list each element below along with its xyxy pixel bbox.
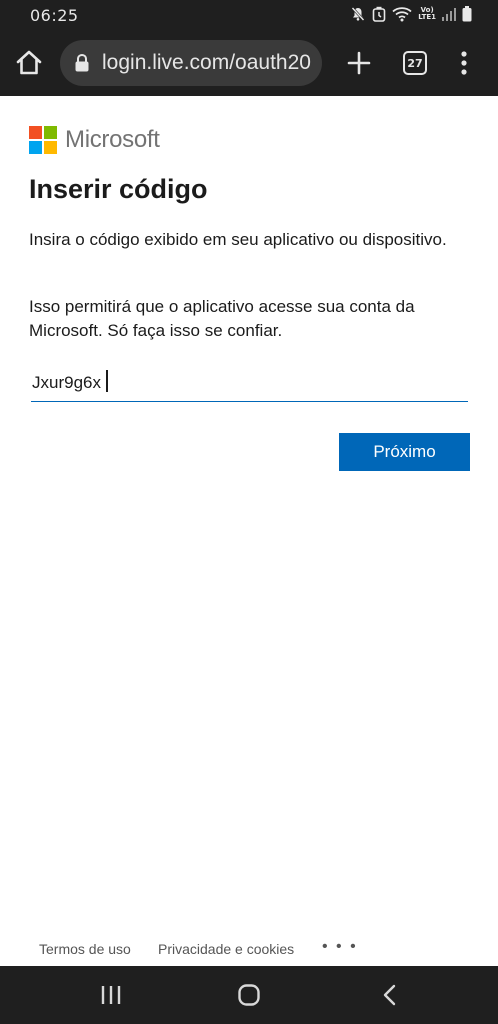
code-input[interactable]	[31, 364, 468, 402]
text-caret	[106, 370, 108, 392]
microsoft-logo-icon	[29, 126, 57, 154]
footer: Termos de uso Privacidade e cookies • • …	[0, 938, 498, 962]
home-circle-icon[interactable]	[237, 983, 261, 1007]
brand-wordmark: Microsoft	[65, 126, 160, 153]
tab-count: 27	[407, 56, 423, 70]
network-label-bottom: LTE1	[418, 13, 436, 21]
more-vertical-icon[interactable]	[454, 50, 474, 76]
battery-icon	[462, 6, 472, 22]
logo-square-blue	[29, 141, 42, 154]
address-bar[interactable]: login.live.com/oauth20	[60, 40, 322, 86]
logo-square-green	[44, 126, 57, 139]
logo-square-red	[29, 126, 42, 139]
url-text: login.live.com/oauth20	[102, 51, 311, 74]
status-time: 06:25	[30, 6, 79, 25]
next-button[interactable]: Próximo	[339, 433, 470, 471]
recents-icon[interactable]	[100, 984, 122, 1006]
network-type: Vo) LTE1	[418, 7, 436, 21]
status-bar: 06:25 Vo) LTE1	[0, 0, 498, 30]
permission-text: Isso permitirá que o aplicativo acesse s…	[29, 297, 415, 340]
more-options-button[interactable]: • • •	[322, 938, 358, 956]
status-icons: Vo) LTE1	[350, 6, 472, 22]
page-title: Inserir código	[29, 174, 208, 204]
microsoft-logo: Microsoft	[29, 126, 160, 154]
logo-square-yellow	[44, 141, 57, 154]
tabs-button[interactable]: 27	[403, 51, 427, 75]
plus-icon[interactable]	[346, 50, 372, 76]
instruction-text: Insira o código exibido em seu aplicativ…	[29, 230, 447, 249]
system-nav-bar	[0, 966, 498, 1024]
back-icon[interactable]	[380, 983, 400, 1007]
lock-icon	[75, 53, 89, 72]
home-icon[interactable]	[14, 48, 44, 78]
terms-link[interactable]: Termos de uso	[39, 941, 131, 957]
alarm-icon	[372, 6, 386, 22]
privacy-link[interactable]: Privacidade e cookies	[158, 941, 294, 957]
wifi-icon	[392, 7, 412, 22]
signal-icon	[442, 8, 456, 21]
mute-icon	[351, 7, 365, 21]
browser-toolbar: login.live.com/oauth20 27	[0, 30, 498, 96]
